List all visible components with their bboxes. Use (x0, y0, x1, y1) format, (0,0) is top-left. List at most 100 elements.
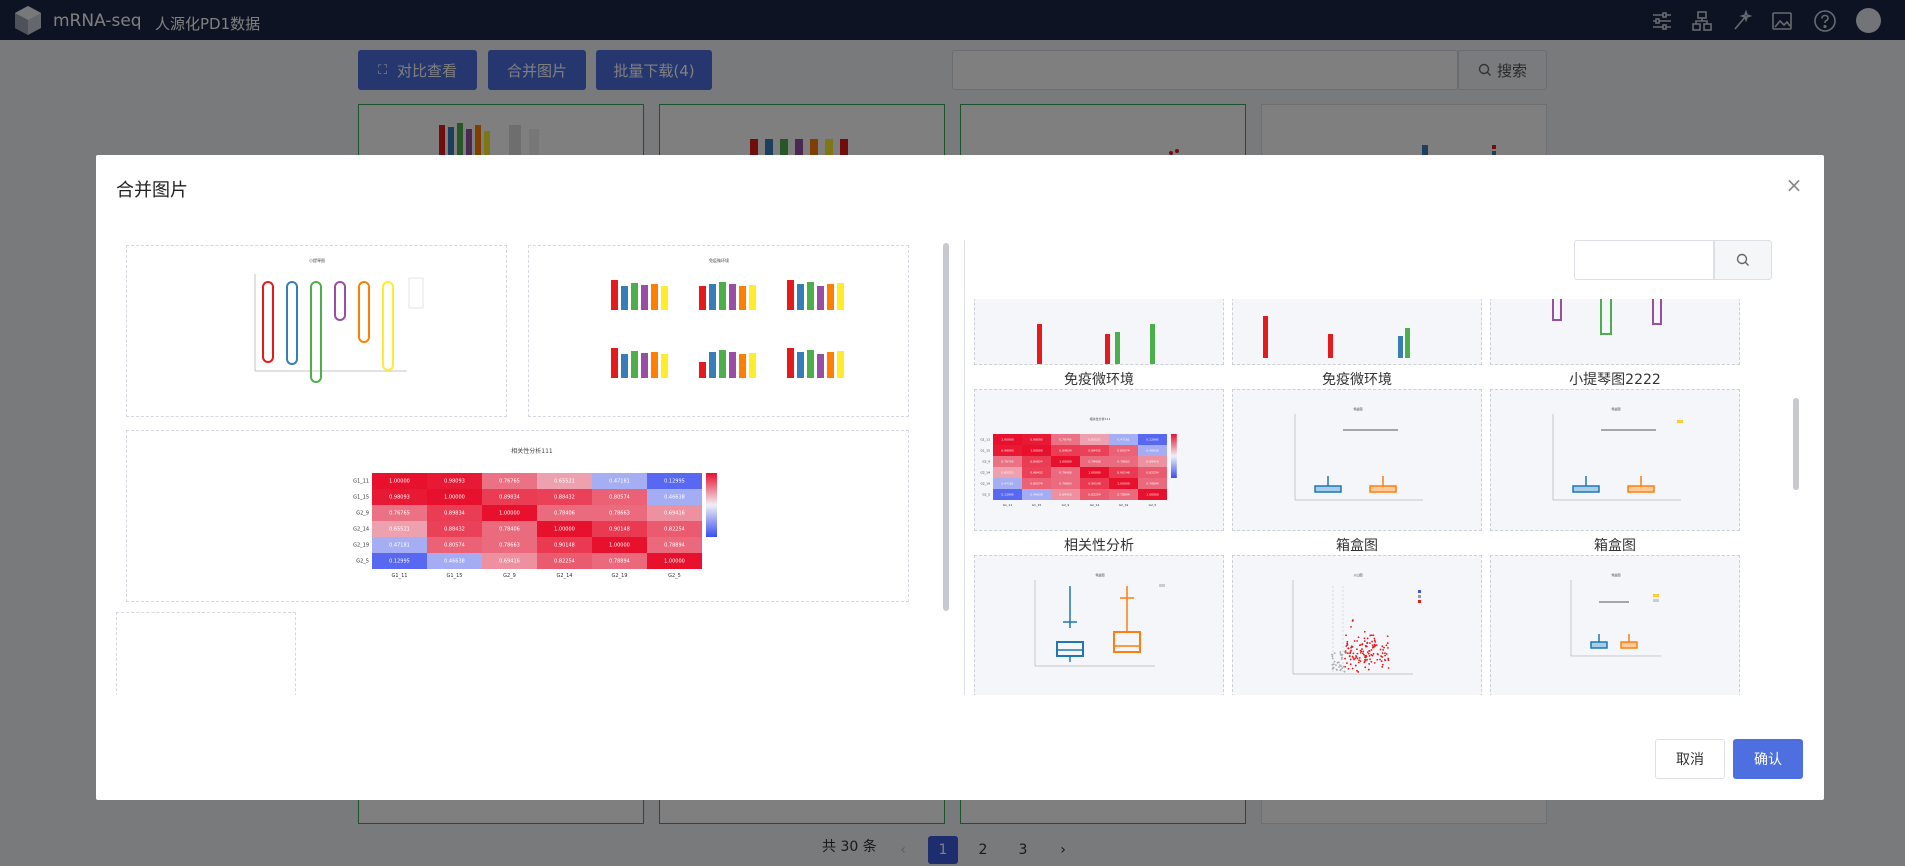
heatmap-value: 1.00000 (444, 495, 465, 501)
gallery-label: 免疫微环境 (1064, 372, 1134, 388)
heatmap-value: 0.88432 (1088, 449, 1100, 453)
volcano-point (1350, 645, 1353, 648)
merge-cell-immune[interactable]: 免疫微环境 (528, 245, 909, 417)
volcano-point (1332, 663, 1335, 666)
volcano-point (1379, 658, 1382, 661)
heatmap-value: 0.47181 (1117, 438, 1129, 442)
merge-cell-violin[interactable]: 小提琴图 (126, 245, 507, 417)
heatmap-row-label: G2_5 (356, 559, 369, 565)
volcano-point (1367, 668, 1370, 671)
empty-drop-slot[interactable] (116, 612, 296, 695)
volcano-point (1371, 654, 1374, 657)
heatmap-col-label: G1_15 (447, 573, 463, 579)
merge-canvas[interactable]: 小提琴图 免疫微环境 相关性分析111 G1_11 1.00000 0.9809… (96, 240, 949, 695)
chart-title: 箱盒图 (1095, 572, 1104, 577)
gallery-search-input[interactable] (1574, 240, 1714, 280)
volcano-point (1359, 644, 1362, 646)
boxplot-thumbnail: 箱盒图 (1034, 572, 1165, 667)
heatmap-thumbnail: 相关性分析111 G1_11 1.00000 0.98093 0.76765 0.655… (980, 416, 1177, 507)
gallery-card[interactable]: 箱盒图 (974, 555, 1224, 695)
chart-title: 免疫微环境 (709, 257, 729, 263)
heatmap-value: 0.80574 (1030, 482, 1042, 486)
heatmap-col-label: G2_5 (668, 573, 681, 579)
heatmap-value: 0.12995 (389, 559, 410, 565)
heatmap-value: 0.46638 (1146, 449, 1158, 453)
volcano-point (1331, 667, 1334, 670)
volcano-point (1362, 650, 1365, 653)
volcano-point (1373, 661, 1376, 664)
heatmap-row-label: G1_15 (353, 495, 369, 501)
merge-cell-correlation[interactable]: 相关性分析111 G1_11 1.00000 0.98093 0.76765 0.655… (126, 430, 909, 602)
heatmap-value: 0.98093 (1030, 438, 1042, 442)
confirm-button[interactable]: 确认 (1733, 739, 1803, 779)
volcano-point (1351, 620, 1354, 622)
volcano-point (1356, 640, 1359, 642)
volcano-point (1386, 642, 1389, 644)
gallery-scrollbar[interactable] (1793, 398, 1799, 490)
volcano-point (1340, 658, 1343, 660)
heatmap-value: 0.82254 (664, 527, 685, 533)
gallery-card[interactable]: 箱盒图 (1490, 389, 1740, 531)
heatmap-value: 0.65521 (389, 527, 410, 533)
volcano-point (1363, 640, 1366, 643)
volcano-point (1352, 652, 1355, 655)
heatmap-value: 0.65521 (1001, 471, 1013, 475)
heatmap-value: 0.78663 (499, 543, 520, 549)
heatmap-value: 0.89834 (1030, 460, 1042, 464)
heatmap-value: 0.80574 (609, 495, 630, 501)
volcano-point (1357, 671, 1360, 673)
gallery-card[interactable] (974, 299, 1224, 365)
volcano-point (1336, 669, 1338, 671)
volcano-point (1384, 652, 1386, 655)
volcano-point (1384, 654, 1386, 657)
heatmap-value: 1.00000 (1146, 493, 1158, 497)
heatmap-value: 0.98093 (389, 495, 410, 501)
heatmap-value: 0.78663 (609, 511, 630, 517)
heatmap-value: 0.76765 (1001, 460, 1013, 464)
heatmap-row-label: G2_19 (353, 543, 369, 549)
heatmap-value: 1.00000 (1001, 438, 1013, 442)
volcano-point (1331, 657, 1334, 660)
heatmap-value: 0.89834 (444, 511, 465, 517)
chart-title: 箱盒图 (1611, 572, 1620, 577)
volcano-point (1339, 651, 1342, 653)
gallery-card[interactable] (1490, 299, 1740, 365)
heatmap-col-label: G2_19 (1119, 503, 1129, 507)
heatmap-row-label: G1_15 (980, 449, 990, 453)
volcano-point (1387, 647, 1389, 649)
heatmap-col-label: G2_9 (503, 573, 516, 579)
heatmap-row-label: G1_11 (353, 479, 369, 485)
volcano-point (1380, 660, 1383, 663)
heatmap-row-label: G2_14 (980, 471, 990, 475)
heatmap-value: 0.82254 (1146, 471, 1158, 475)
volcano-point (1331, 655, 1334, 658)
cancel-button[interactable]: 取消 (1655, 739, 1725, 779)
left-scrollbar[interactable] (943, 243, 949, 611)
close-icon[interactable]: × (1784, 175, 1804, 195)
volcano-point (1333, 660, 1336, 663)
gallery-card[interactable]: 箱盒图 (1232, 389, 1482, 531)
volcano-point (1372, 653, 1375, 655)
gallery-card[interactable]: 火山图 (1232, 555, 1482, 695)
merge-images-dialog: 合并图片 × 小提琴图 免疫微环境 相关性分析111 G1_11 1.00000… (96, 155, 1824, 800)
volcano-point (1370, 649, 1373, 651)
gallery-card[interactable]: 相关性分析111 G1_11 1.00000 0.98093 0.76765 0.655… (974, 389, 1224, 531)
heatmap-row-label: G2_19 (980, 482, 990, 486)
gallery-search-button[interactable] (1714, 240, 1772, 280)
gallery-card[interactable]: 箱盒图 (1490, 555, 1740, 695)
volcano-point (1366, 651, 1369, 654)
volcano-point (1364, 656, 1367, 659)
gallery-card[interactable] (1232, 299, 1482, 365)
volcano-thumbnail: 火山图 (1292, 572, 1421, 675)
volcano-point (1359, 651, 1362, 654)
volcano-point (1349, 652, 1351, 655)
heatmap-row-label: G2_9 (356, 511, 369, 517)
heatmap-value: 1.00000 (389, 479, 410, 485)
chart-title: 箱盒图 (1353, 406, 1362, 411)
volcano-point (1381, 665, 1384, 668)
volcano-point (1376, 658, 1379, 661)
volcano-point (1350, 625, 1352, 628)
chart-title: 相关性分析111 (511, 447, 553, 455)
heatmap-value: 0.89834 (499, 495, 520, 501)
heatmap-value: 0.82254 (1088, 493, 1100, 497)
